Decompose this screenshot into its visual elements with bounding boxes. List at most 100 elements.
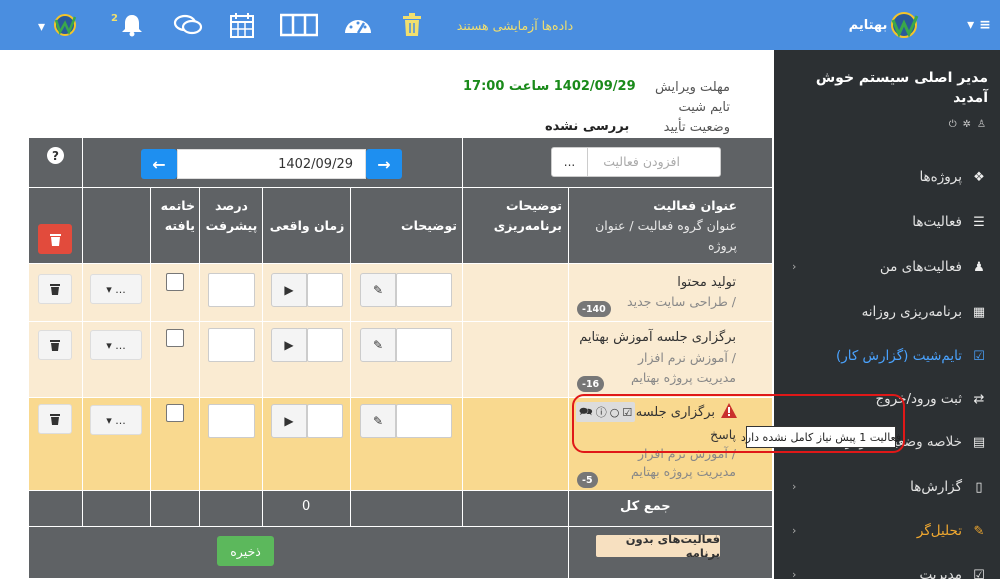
play-timer-button[interactable]: ▶ — [271, 404, 307, 438]
sidebar-item-my-activities[interactable]: › فعالیت‌های من ♟ — [774, 245, 1000, 289]
trash-icon — [49, 233, 61, 246]
trash-icon[interactable] — [398, 0, 426, 50]
calendar-check-icon: ☑ — [973, 348, 985, 364]
hamburger-menu-icon[interactable]: ▾ ≡ — [958, 0, 1000, 50]
delete-row-button[interactable] — [38, 330, 72, 360]
gear-icon[interactable]: ✲ — [963, 119, 971, 130]
delete-row-button[interactable] — [38, 404, 72, 434]
header-actual-time-label: زمان واقعی — [269, 218, 345, 233]
done-checkbox[interactable] — [166, 273, 184, 291]
description-input[interactable] — [396, 328, 452, 362]
gauge-icon[interactable] — [340, 0, 376, 50]
trash-icon — [50, 284, 60, 295]
notifications-bell[interactable]: 2 — [108, 0, 148, 50]
sidebar-item-reports[interactable]: › گزارش‌ها ▯ — [774, 465, 1000, 509]
row-cell — [351, 491, 463, 527]
brand[interactable]: بهتایم — [834, 0, 930, 50]
edit-icon: ✎ — [372, 414, 384, 428]
description-input[interactable] — [396, 273, 452, 307]
chat-icon[interactable] — [170, 0, 206, 50]
progress-input[interactable] — [208, 404, 255, 438]
caret-down-icon: ▾ — [106, 282, 116, 296]
sidebar-item-daily-planning[interactable]: برنامه‌ریزی روزانه ▦ — [774, 290, 1000, 334]
next-date-button[interactable]: → — [366, 149, 402, 179]
columns-icon[interactable] — [277, 0, 321, 50]
edit-description-button[interactable]: ✎ — [360, 328, 396, 362]
chevron-right-icon: › — [792, 524, 797, 537]
row-cell — [83, 491, 151, 527]
header-cell — [83, 188, 151, 264]
actual-time-input[interactable] — [307, 404, 343, 438]
brand-name: بهتایم — [848, 17, 888, 33]
chevron-right-icon: › — [792, 480, 797, 493]
activity-title: تولید محتوا — [677, 275, 736, 290]
activity-badge: -16 — [577, 376, 605, 392]
play-timer-button[interactable]: ▶ — [271, 328, 307, 362]
trash-icon — [50, 414, 60, 425]
row-cell — [463, 491, 569, 527]
chevron-right-icon: › — [792, 260, 797, 273]
user-icon: ♟ — [973, 259, 985, 275]
activity-badge: -5 — [577, 472, 598, 488]
footer-row — [29, 527, 569, 579]
activity-project: مدیریت پروژه بهتایم — [631, 464, 736, 479]
actual-time-input[interactable] — [307, 328, 343, 362]
caret-down-icon: ▾ — [106, 338, 116, 352]
caret-down-icon: ▾ — [106, 413, 116, 427]
file-icon: ▯ — [975, 479, 983, 495]
deadline-value: 1402/09/29 ساعت 17:00 — [463, 79, 636, 94]
actual-time-input[interactable] — [307, 273, 343, 307]
delete-row-button[interactable] — [38, 274, 72, 304]
unplanned-activities-button[interactable]: فعالیت‌های بدون برنامه — [596, 532, 720, 560]
sidebar-item-management[interactable]: › مدیریت ☑ — [774, 553, 1000, 579]
header-progress-label: درصد پیشرفت — [205, 198, 258, 233]
row-dropdown[interactable]: ▾ ... — [90, 274, 142, 304]
edit-description-button[interactable]: ✎ — [360, 404, 396, 438]
progress-input[interactable] — [208, 328, 255, 362]
help-icon[interactable]: ? — [47, 147, 64, 164]
edit-icon: ✎ — [372, 283, 384, 297]
calendar-icon[interactable] — [226, 0, 258, 50]
cubes-icon: ❖ — [973, 169, 985, 185]
edit-description-button[interactable]: ✎ — [360, 273, 396, 307]
sidebar-item-projects[interactable]: پروژه‌ها ❖ — [774, 155, 1000, 199]
prev-date-button[interactable]: ← — [141, 149, 177, 179]
power-icon[interactable]: ⏻ — [949, 119, 957, 130]
row-cell — [463, 264, 569, 322]
row-cell — [151, 491, 200, 527]
play-timer-button[interactable]: ▶ — [271, 273, 307, 307]
sidebar-item-analyzer[interactable]: › تحلیل‌گر ✎ — [774, 509, 1000, 553]
header-description-label: توضیحات — [401, 218, 457, 233]
sidebar-item-activities[interactable]: فعالیت‌ها ☰ — [774, 200, 1000, 244]
sidebar-item-timesheet[interactable]: تایم‌شیت (گزارش کار) ☑ — [774, 334, 1000, 378]
progress-input[interactable] — [208, 273, 255, 307]
user-mini-actions: ⏻ ✲ ♙ — [949, 119, 986, 130]
exchange-icon: ⇄ — [973, 391, 985, 407]
bell-icon — [121, 15, 142, 37]
header-done-label: خاتمه یافته — [160, 198, 195, 233]
description-input[interactable] — [396, 404, 452, 438]
user-icon[interactable]: ♙ — [977, 119, 986, 130]
done-checkbox[interactable] — [166, 404, 184, 422]
done-checkbox[interactable] — [166, 329, 184, 347]
header-plan-description-label: توضیحات برنامه‌ریزی — [493, 198, 562, 233]
trash-icon — [50, 340, 60, 351]
activity-badge: -140 — [577, 301, 611, 317]
activity-project: مدیریت پروژه بهتایم — [631, 370, 736, 385]
delete-all-button[interactable] — [38, 224, 72, 254]
status-label: وضعیت تأیید — [663, 120, 730, 135]
row-cell — [463, 322, 569, 398]
header-title-label: عنوان فعالیت — [653, 198, 737, 213]
status-value: بررسی نشده — [545, 119, 630, 134]
row-dropdown[interactable]: ▾ ... — [90, 330, 142, 360]
welcome-message: مدیر اصلی سیستم خوش آمدید — [815, 70, 988, 106]
summary-icon: ▤ — [972, 434, 986, 450]
save-button[interactable]: ذخیره — [217, 536, 274, 566]
notification-count: 2 — [111, 13, 118, 24]
row-dropdown[interactable]: ▾ ... — [90, 405, 142, 435]
date-field[interactable]: 1402/09/29 — [177, 149, 366, 179]
add-activity-field[interactable]: ... افزودن فعالیت — [551, 147, 721, 177]
svg-text:▾: ▾ — [38, 19, 45, 35]
add-activity-dots-button[interactable]: ... — [552, 148, 588, 176]
app-logo-icon[interactable]: ▾ — [33, 0, 83, 50]
